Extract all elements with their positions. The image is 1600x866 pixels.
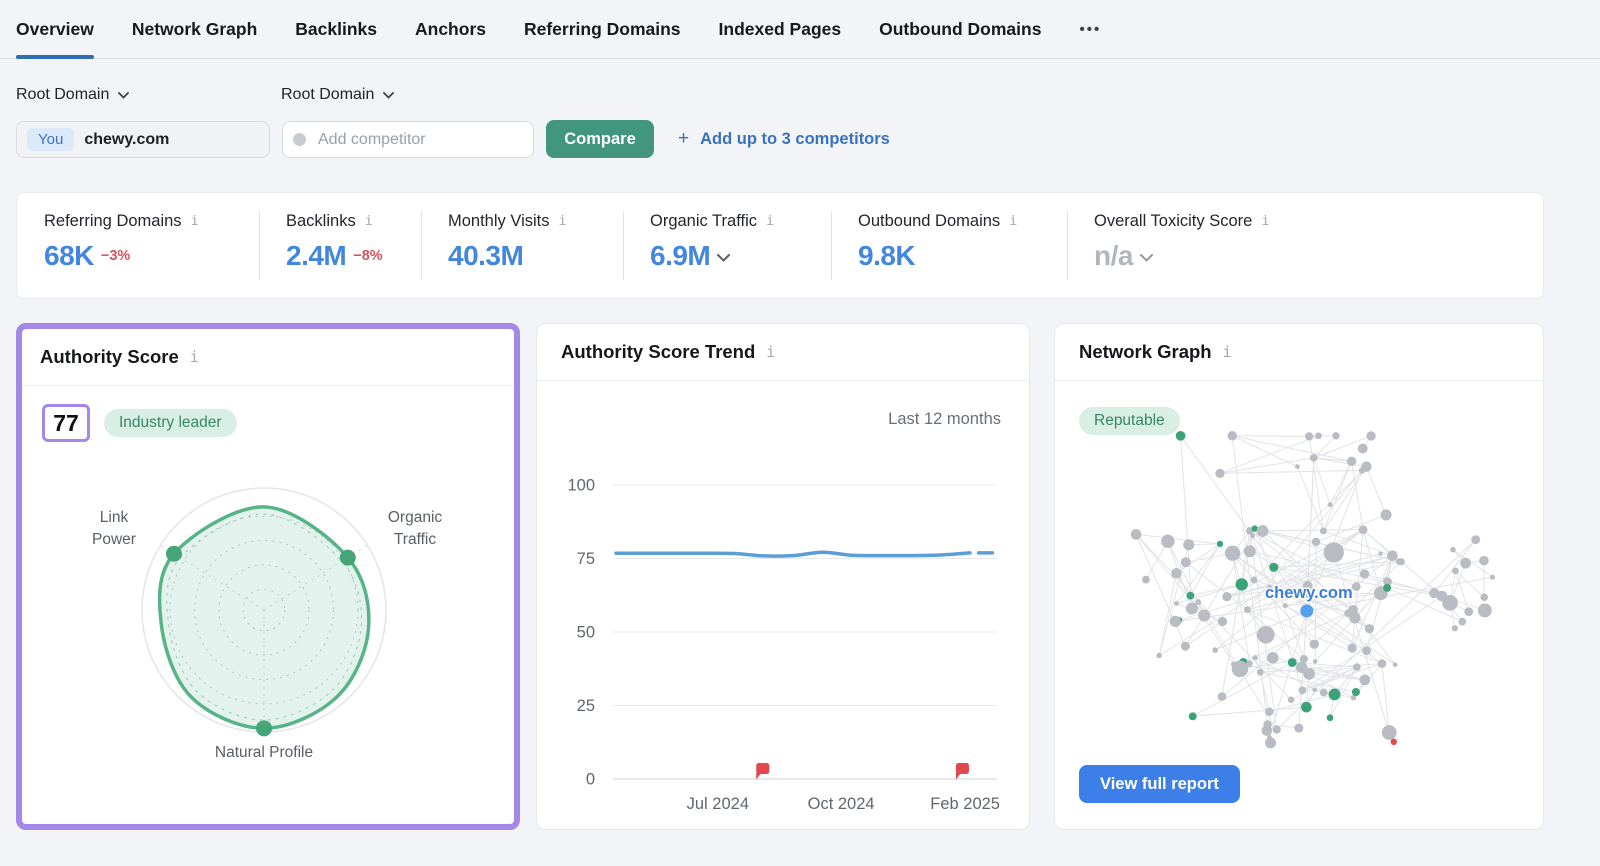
metric-label: Backlinks (286, 212, 356, 231)
tab-anchors[interactable]: Anchors (415, 0, 486, 58)
add-competitor-field[interactable] (282, 121, 534, 158)
you-badge: You (27, 128, 74, 151)
metric-value: 9.8K (858, 240, 915, 272)
plus-icon: + (678, 128, 689, 150)
authority-score-value: 77 (42, 404, 90, 442)
network-body: Reputable chewy.com View full report (1055, 381, 1543, 829)
svg-text:Link: Link (100, 509, 129, 526)
info-icon[interactable]: i (558, 215, 566, 229)
metric-value: 2.4M (286, 240, 346, 272)
backlink-analytics-page: Overview Network Graph Backlinks Anchors… (0, 0, 1600, 866)
tab-overview[interactable]: Overview (16, 0, 94, 58)
add-competitor-input[interactable] (316, 130, 510, 150)
metric-overall-toxicity-score: Overall Toxicity Score i n/a (1067, 193, 1543, 298)
more-tabs-icon[interactable]: ••• (1079, 21, 1101, 38)
network-center-domain-label: chewy.com (1265, 584, 1353, 602)
compare-button[interactable]: Compare (546, 120, 654, 158)
you-domain-input[interactable]: You chewy.com (16, 121, 270, 158)
info-icon[interactable]: i (766, 215, 774, 229)
competitor-scope-select[interactable]: Root Domain (281, 86, 394, 104)
metric-value: 68K (44, 240, 94, 272)
svg-text:Feb 2025: Feb 2025 (930, 795, 1000, 813)
tab-referring-domains[interactable]: Referring Domains (524, 0, 681, 58)
info-icon[interactable]: i (1223, 345, 1232, 360)
network-graph-chart: chewy.com (1055, 381, 1543, 829)
svg-text:50: 50 (577, 624, 595, 642)
authority-score-trend-card: Authority Score Trend i Last 12 months 0… (536, 323, 1030, 830)
tab-network-graph[interactable]: Network Graph (132, 0, 257, 58)
metric-delta: −8% (353, 248, 382, 264)
metric-value: 6.9M (650, 240, 710, 272)
svg-text:Jul 2024: Jul 2024 (687, 795, 749, 813)
svg-text:25: 25 (577, 697, 595, 715)
report-tabs-nav: Overview Network Graph Backlinks Anchors… (0, 0, 1600, 59)
network-graph-card: Network Graph i Reputable chewy.com View… (1054, 323, 1544, 830)
tab-outbound-domains[interactable]: Outbound Domains (879, 0, 1041, 58)
chevron-down-icon (383, 92, 394, 99)
you-domain-value: chewy.com (84, 131, 169, 149)
trend-header: Authority Score Trend i (537, 324, 1029, 381)
metric-organic-traffic: Organic Traffic i 6.9M (623, 193, 831, 298)
svg-text:Power: Power (92, 531, 136, 548)
metric-outbound-domains: Outbound Domains i 9.8K (831, 193, 1067, 298)
industry-leader-badge: Industry leader (104, 409, 237, 437)
metric-label: Referring Domains (44, 212, 182, 231)
authority-score-body: 77 Industry leader Link Power Organic Traff… (22, 386, 514, 824)
reputable-badge: Reputable (1079, 407, 1180, 435)
tab-backlinks[interactable]: Backlinks (295, 0, 377, 58)
svg-text:Traffic: Traffic (394, 531, 436, 548)
info-icon[interactable]: i (1009, 215, 1017, 229)
svg-text:Organic: Organic (388, 509, 443, 526)
you-scope-label: Root Domain (16, 86, 109, 104)
chevron-down-icon[interactable] (1140, 254, 1153, 262)
authority-score-trend-chart: 0 25 50 75 100 Jul 2024 Oct 2024 Feb 2025 (537, 381, 1029, 829)
card-title: Authority Score Trend (561, 341, 755, 363)
svg-text:Oct 2024: Oct 2024 (808, 795, 875, 813)
metric-label: Monthly Visits (448, 212, 549, 231)
network-header: Network Graph i (1055, 324, 1543, 381)
svg-text:0: 0 (586, 771, 595, 789)
chevron-down-icon[interactable] (717, 254, 730, 262)
metric-value: n/a (1094, 240, 1133, 272)
authority-score-radar-chart: Link Power Organic Traffic Natural Profile (22, 386, 514, 824)
score-row: 77 Industry leader (42, 404, 237, 442)
metric-delta: −3% (101, 248, 130, 264)
competitor-dot-icon (293, 133, 306, 146)
metric-label: Overall Toxicity Score (1094, 212, 1252, 231)
info-icon[interactable]: i (1261, 215, 1269, 229)
add-competitors-link[interactable]: + Add up to 3 competitors (678, 128, 890, 150)
authority-score-header: Authority Score i (22, 329, 514, 386)
metric-value: 40.3M (448, 240, 523, 272)
svg-text:100: 100 (567, 477, 595, 495)
you-scope-select[interactable]: Root Domain (16, 86, 129, 104)
card-title: Authority Score (40, 346, 179, 368)
card-title: Network Graph (1079, 341, 1212, 363)
info-icon[interactable]: i (190, 350, 199, 365)
svg-text:Natural Profile: Natural Profile (215, 744, 313, 761)
competitor-scope-label: Root Domain (281, 86, 374, 104)
svg-text:75: 75 (577, 550, 595, 568)
metric-referring-domains: Referring Domains i 68K −3% (17, 193, 259, 298)
info-icon[interactable]: i (365, 215, 373, 229)
chevron-down-icon (118, 92, 129, 99)
authority-score-card: Authority Score i 77 Industry leader Lin… (16, 323, 520, 830)
metric-label: Organic Traffic (650, 212, 757, 231)
add-competitors-label: Add up to 3 competitors (700, 130, 890, 149)
trend-body: Last 12 months 0255075100Jul 2024Oct 202… (537, 381, 1029, 829)
metric-label: Outbound Domains (858, 212, 1000, 231)
info-icon[interactable]: i (766, 345, 775, 360)
view-full-report-button[interactable]: View full report (1079, 765, 1240, 803)
metric-backlinks: Backlinks i 2.4M −8% (259, 193, 421, 298)
metrics-summary-bar: Referring Domains i 68K −3% Backlinks i 2.4… (16, 192, 1544, 299)
metric-monthly-visits: Monthly Visits i 40.3M (421, 193, 623, 298)
tab-indexed-pages[interactable]: Indexed Pages (719, 0, 842, 58)
info-icon[interactable]: i (191, 215, 199, 229)
